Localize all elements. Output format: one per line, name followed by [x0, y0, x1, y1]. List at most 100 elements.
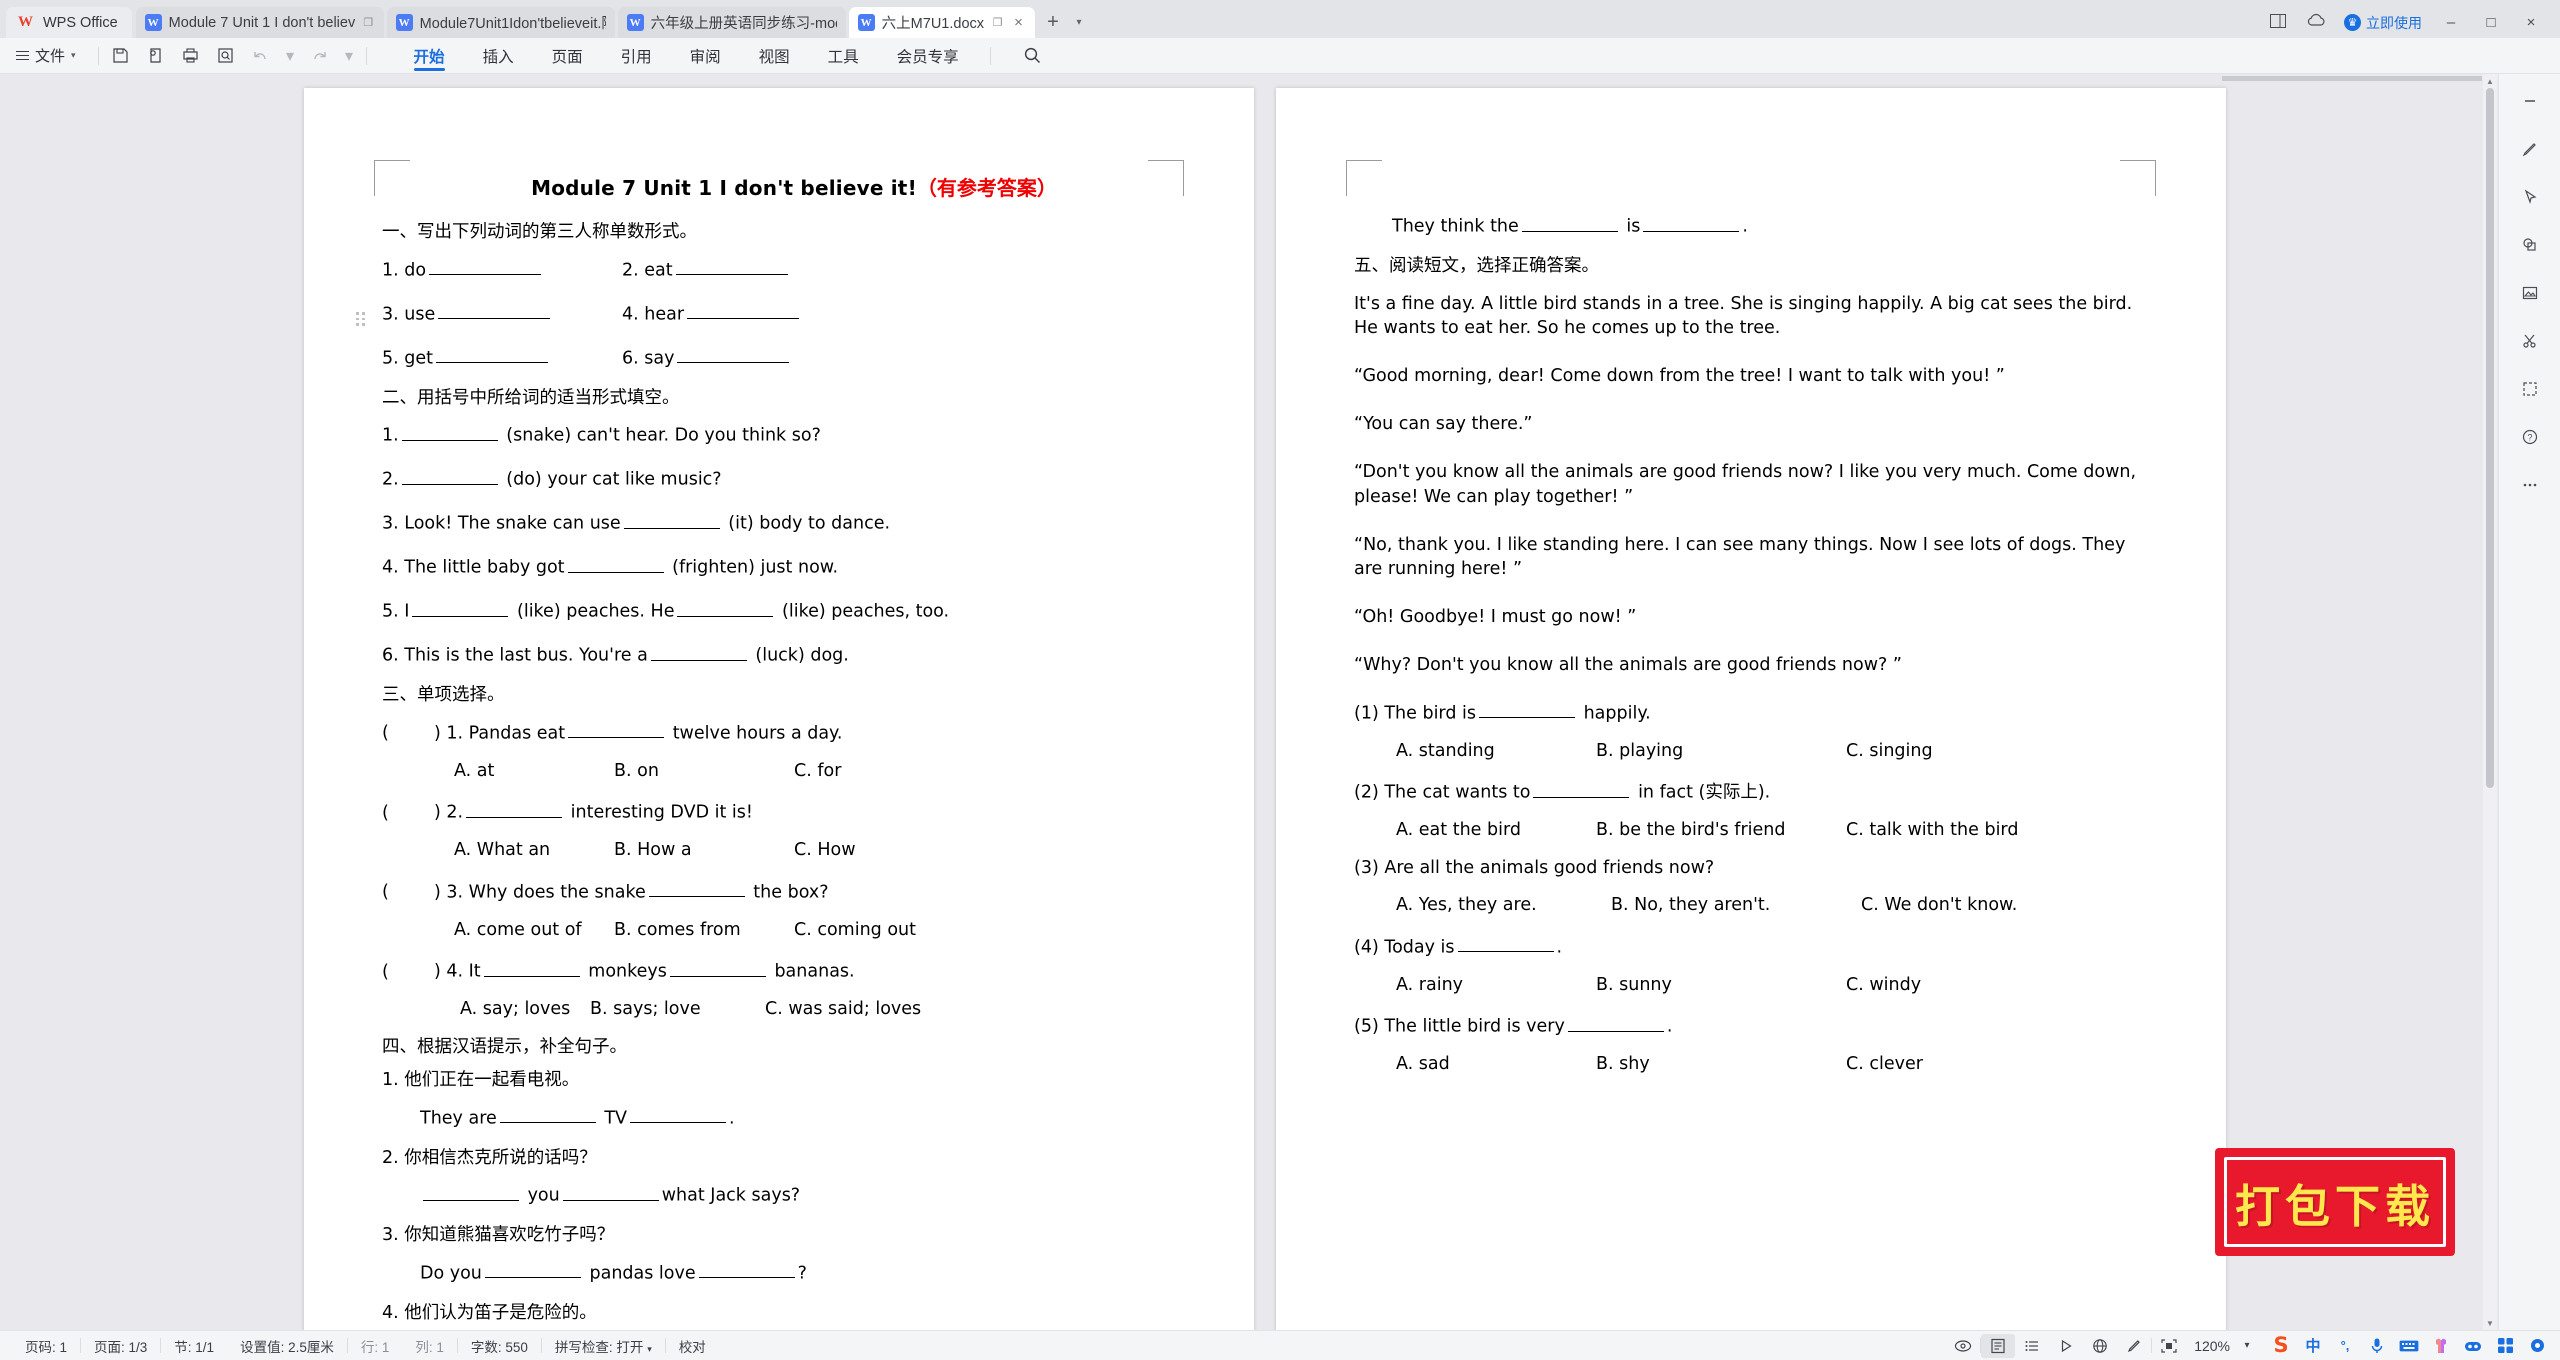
file-menu-button[interactable]: 文件 ▾	[14, 45, 86, 66]
answer-blank[interactable]	[648, 880, 745, 897]
option-b[interactable]: B. sunny	[1596, 976, 1846, 995]
search-icon[interactable]	[1023, 46, 1042, 65]
microphone-icon[interactable]	[2366, 1335, 2388, 1357]
document-tab-2[interactable]: W Module7Unit1Idon'tbelieveit.随堂	[386, 7, 615, 38]
ribbon-tab-reference[interactable]: 引用	[602, 39, 671, 73]
answer-blank[interactable]	[466, 800, 563, 818]
ribbon-tab-insert[interactable]: 插入	[464, 39, 533, 73]
option-b[interactable]: B. playing	[1596, 742, 1846, 761]
document-tab-1[interactable]: W Module 7 Unit 1 I don't believe it ❐	[135, 7, 384, 38]
layout-icon[interactable]	[2267, 13, 2289, 32]
answer-paren[interactable]: (	[382, 883, 434, 902]
answer-blank[interactable]	[499, 1106, 596, 1123]
option-a[interactable]: A. at	[454, 762, 614, 781]
answer-blank[interactable]	[630, 1106, 727, 1123]
answer-blank[interactable]	[562, 1183, 659, 1201]
vip-activate-button[interactable]: ♛ 立即使用	[2344, 13, 2422, 33]
chevron-down-icon[interactable]: ▾	[647, 1344, 652, 1354]
answer-blank[interactable]	[483, 959, 580, 977]
answer-blank[interactable]	[1478, 701, 1575, 719]
status-spellcheck[interactable]: 拼写检查: 打开 ▾	[542, 1336, 665, 1356]
option-a[interactable]: A. standing	[1396, 742, 1596, 761]
outline-view-icon[interactable]	[2015, 1334, 2049, 1358]
option-c[interactable]: C. clever	[1846, 1056, 1923, 1074]
option-c[interactable]: C. was said; loves	[765, 1000, 921, 1019]
answer-blank[interactable]	[484, 1261, 581, 1278]
zoom-level-label[interactable]: 120%	[2186, 1338, 2238, 1354]
option-a[interactable]: A. say; loves	[460, 1000, 590, 1019]
answer-blank[interactable]	[675, 258, 788, 275]
print-icon[interactable]	[181, 46, 201, 66]
answer-blank[interactable]	[567, 555, 664, 573]
answer-blank[interactable]	[1567, 1014, 1664, 1032]
option-a[interactable]: A. come out of	[454, 921, 614, 940]
skin-icon[interactable]	[2430, 1335, 2452, 1357]
answer-paren[interactable]: (	[382, 724, 434, 743]
status-word-count[interactable]: 字数: 550	[458, 1336, 541, 1356]
maximize-button[interactable]: □	[2480, 14, 2502, 31]
minimize-button[interactable]: –	[2440, 14, 2462, 31]
print-preview-icon[interactable]	[146, 46, 166, 66]
pen-edit-icon[interactable]	[2515, 136, 2545, 162]
ribbon-tab-tools[interactable]: 工具	[809, 39, 878, 73]
vertical-scrollbar[interactable]: ▲ ▼	[2483, 74, 2497, 1330]
more-icon[interactable]	[2515, 472, 2545, 498]
answer-blank[interactable]	[429, 258, 542, 275]
ribbon-tab-start[interactable]: 开始	[395, 39, 464, 73]
document-tab-4-active[interactable]: W 六上M7U1.docx ❐ ×	[848, 7, 1036, 38]
paragraph-drag-handle-icon[interactable]	[356, 312, 365, 326]
option-a[interactable]: A. What an	[454, 841, 614, 860]
pen-view-icon[interactable]	[2117, 1334, 2151, 1358]
undo-icon[interactable]	[251, 46, 271, 66]
option-b[interactable]: B. How a	[614, 841, 794, 860]
answer-blank[interactable]	[677, 346, 790, 363]
page-view-icon[interactable]	[1981, 1333, 2016, 1358]
answer-blank[interactable]	[1533, 780, 1630, 798]
answer-blank[interactable]	[436, 346, 548, 363]
option-b[interactable]: B. comes from	[614, 921, 794, 940]
restore-icon[interactable]: ❐	[991, 16, 1004, 29]
document-page-2[interactable]: They think the is. 五、阅读短文，选择正确答案。 It's a…	[1276, 88, 2226, 1330]
answer-blank[interactable]	[1457, 935, 1554, 953]
answer-paren[interactable]: (	[382, 804, 434, 823]
ribbon-tab-vip[interactable]: 会员专享	[878, 39, 978, 73]
redo-icon[interactable]	[310, 46, 330, 66]
answer-paren[interactable]: (	[382, 963, 434, 982]
play-view-icon[interactable]	[2049, 1334, 2083, 1358]
option-a[interactable]: A. rainy	[1396, 976, 1596, 995]
scrollbar-thumb[interactable]	[2486, 88, 2494, 788]
answer-blank[interactable]	[669, 959, 766, 977]
answer-blank[interactable]	[438, 302, 551, 319]
settings-icon[interactable]	[2526, 1335, 2548, 1357]
cursor-select-icon[interactable]	[2515, 184, 2545, 210]
option-a[interactable]: A. sad	[1396, 1056, 1596, 1074]
cloud-sync-icon[interactable]	[2307, 13, 2326, 32]
undo-caret-icon[interactable]: ▾	[286, 46, 295, 66]
chevron-down-icon[interactable]: ▾	[2238, 1334, 2256, 1358]
restore-icon[interactable]: ❐	[362, 16, 375, 29]
answer-blank[interactable]	[687, 302, 800, 319]
answer-blank[interactable]	[650, 643, 747, 661]
scroll-down-icon[interactable]: ▼	[2483, 1316, 2497, 1330]
document-page-1[interactable]: Module 7 Unit 1 I don't believe it!（有参考答…	[304, 88, 1254, 1330]
screenshot-icon[interactable]	[2515, 376, 2545, 402]
apps-grid-icon[interactable]	[2494, 1335, 2516, 1357]
close-tab-icon[interactable]: ×	[1011, 15, 1026, 30]
redo-caret-icon[interactable]: ▾	[345, 46, 354, 66]
close-window-button[interactable]: ×	[2520, 14, 2542, 31]
find-icon[interactable]	[216, 46, 236, 66]
scroll-up-icon[interactable]: ▲	[2483, 74, 2497, 88]
option-a[interactable]: A. eat the bird	[1396, 822, 1596, 840]
option-c[interactable]: C. windy	[1846, 976, 1921, 995]
option-c[interactable]: C. We don't know.	[1861, 897, 2017, 915]
answer-blank[interactable]	[423, 1183, 519, 1201]
answer-blank[interactable]	[401, 423, 498, 441]
answer-blank[interactable]	[623, 511, 720, 529]
ribbon-tab-review[interactable]: 审阅	[671, 39, 740, 73]
download-watermark-badge[interactable]: 打包下载	[2215, 1148, 2455, 1256]
answer-blank[interactable]	[568, 721, 665, 738]
chevron-down-icon[interactable]: ▾	[1068, 7, 1090, 38]
answer-blank[interactable]	[401, 467, 498, 485]
ime-chinese-icon[interactable]: 中	[2302, 1335, 2324, 1357]
option-b[interactable]: B. be the bird's friend	[1596, 822, 1846, 840]
